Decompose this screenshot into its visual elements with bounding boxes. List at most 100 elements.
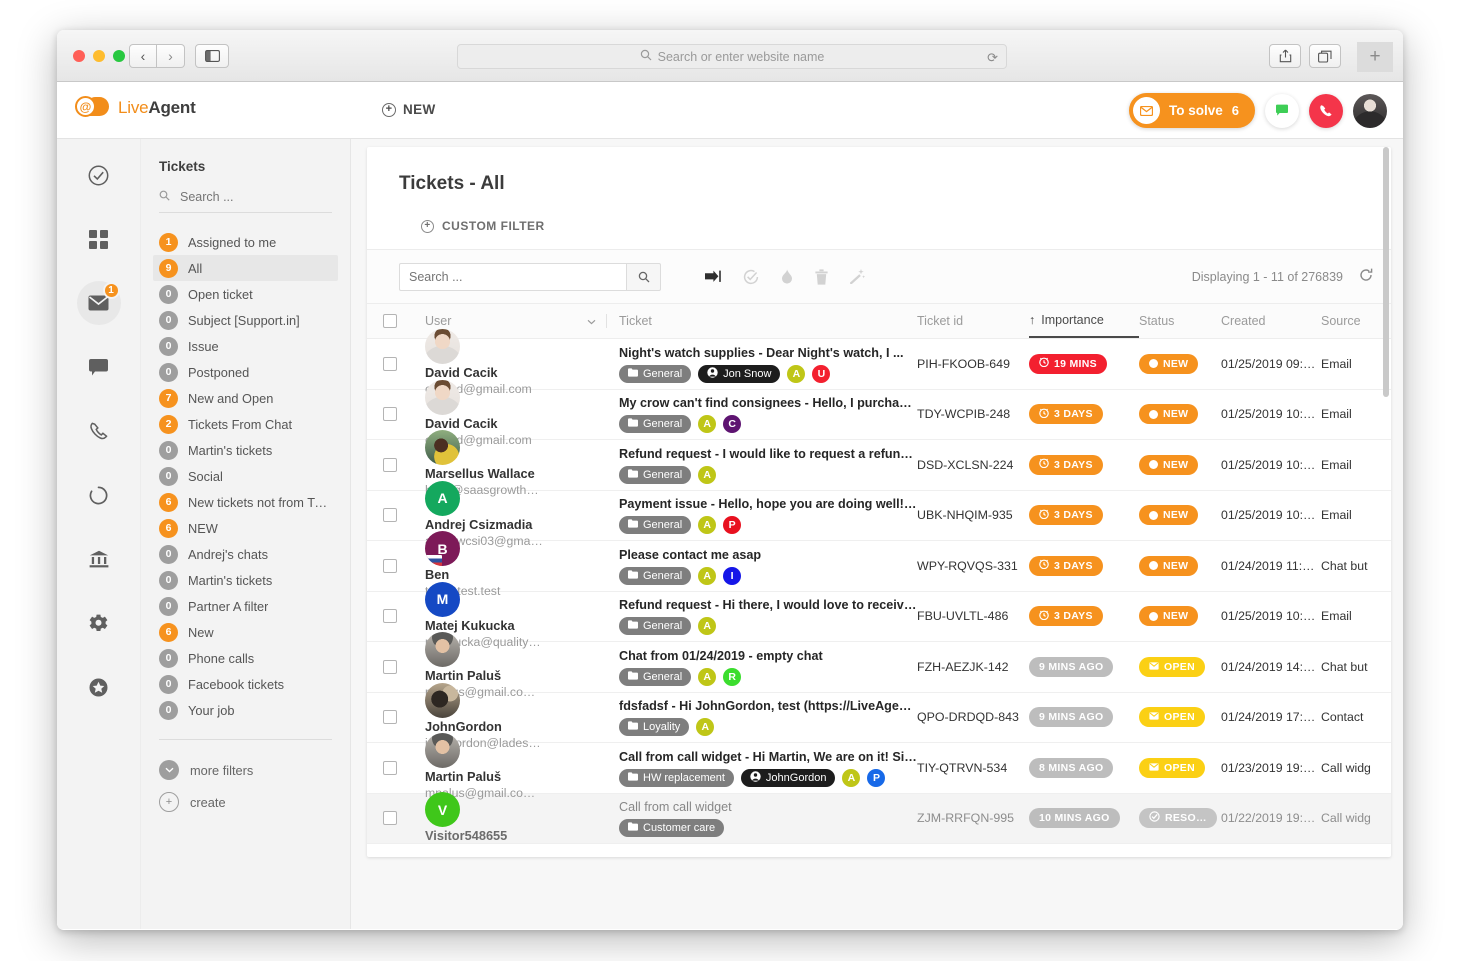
row-ticket-cell[interactable]: fdsfadsf - Hi JohnGordon, test (https://… — [607, 698, 917, 737]
phone-icon[interactable] — [1309, 93, 1343, 128]
refresh-icon[interactable] — [1359, 268, 1373, 285]
resolve-check-icon[interactable] — [743, 269, 759, 285]
filter-item[interactable]: 6 New tickets not from Twi… — [153, 489, 338, 515]
label-tag[interactable]: A — [698, 415, 717, 434]
rail-item-settings[interactable] — [77, 601, 121, 645]
row-checkbox[interactable] — [367, 659, 413, 674]
rail-item-tickets[interactable]: 1 — [76, 281, 121, 325]
column-header-importance[interactable]: ↑ Importance — [1029, 304, 1139, 338]
custom-filter-button[interactable]: + CUSTOM FILTER — [421, 219, 1391, 249]
label-tag[interactable]: I — [723, 566, 742, 585]
label-tag[interactable]: R — [723, 667, 742, 686]
label-tag[interactable]: A — [696, 718, 715, 737]
label-tag[interactable]: C — [723, 415, 742, 434]
column-header-source[interactable]: Source — [1321, 314, 1391, 328]
row-ticket-cell[interactable]: Payment issue - Hello, hope you are doin… — [607, 496, 917, 535]
filter-item[interactable]: 6 NEW — [153, 515, 338, 541]
reload-icon[interactable]: ⟳ — [987, 50, 998, 66]
show-tabs-icon[interactable] — [1309, 44, 1341, 68]
column-header-created[interactable]: Created — [1221, 314, 1321, 328]
column-header-ticket[interactable]: Ticket — [607, 314, 917, 328]
column-header-ticket-id[interactable]: Ticket id — [917, 314, 1029, 328]
rail-item-dashboard[interactable] — [77, 217, 121, 261]
row-checkbox[interactable] — [367, 407, 413, 422]
row-checkbox[interactable] — [367, 760, 413, 775]
tickets-search-button[interactable] — [626, 262, 661, 291]
rail-item-chats[interactable] — [77, 345, 121, 389]
trash-icon[interactable] — [815, 268, 828, 285]
liveagent-logo[interactable]: @ LiveAgent — [75, 94, 196, 122]
department-tag[interactable]: General — [619, 465, 692, 484]
label-tag[interactable]: P — [723, 516, 742, 535]
filter-item[interactable]: 0 Phone calls — [153, 645, 338, 671]
filter-item[interactable]: 0 Social — [153, 463, 338, 489]
filter-item[interactable]: 0 Andrej's chats — [153, 541, 338, 567]
assigned-agent-tag[interactable]: JohnGordon — [740, 768, 836, 787]
department-tag[interactable]: General — [619, 415, 692, 434]
filter-item[interactable]: 2 Tickets From Chat — [153, 411, 338, 437]
more-filters-button[interactable]: more filters — [159, 754, 332, 786]
user-avatar[interactable] — [1353, 93, 1387, 128]
row-checkbox[interactable] — [367, 811, 413, 826]
row-checkbox[interactable] — [367, 710, 413, 725]
row-ticket-cell[interactable]: Call from call widget Customer care — [607, 799, 917, 838]
forward-arrow-icon[interactable]: › — [157, 44, 185, 68]
label-tag[interactable]: U — [812, 364, 831, 383]
rail-item-approvals[interactable] — [77, 153, 121, 197]
label-tag[interactable]: P — [867, 768, 886, 787]
column-header-status[interactable]: Status — [1139, 314, 1221, 328]
maximize-window-button[interactable] — [113, 50, 125, 62]
close-window-button[interactable] — [73, 50, 85, 62]
row-ticket-cell[interactable]: Refund request - Hi there, I would love … — [607, 597, 917, 636]
filter-item[interactable]: 1 Assigned to me — [153, 229, 338, 255]
filter-item[interactable]: 0 Open ticket — [153, 281, 338, 307]
chat-bubble-icon[interactable] — [1265, 93, 1299, 128]
label-tag[interactable]: A — [787, 364, 806, 383]
filter-item[interactable]: 0 Facebook tickets — [153, 671, 338, 697]
table-row[interactable]: V Visitor548655 Call from call widget Custo… — [367, 792, 1391, 844]
row-checkbox[interactable] — [367, 558, 413, 573]
table-scrollbar[interactable] — [1383, 147, 1389, 397]
label-tag[interactable]: A — [698, 516, 717, 535]
create-filter-button[interactable]: + create — [159, 786, 332, 818]
back-arrow-icon[interactable]: ‹ — [129, 44, 157, 68]
rail-item-activity[interactable] — [77, 473, 121, 517]
filter-item[interactable]: 0 Subject [Support.in] — [153, 307, 338, 333]
label-tag[interactable]: A — [842, 768, 861, 787]
department-tag[interactable]: Loyality — [619, 718, 690, 737]
filter-item[interactable]: 0 Issue — [153, 333, 338, 359]
department-tag[interactable]: General — [619, 364, 692, 383]
magic-wand-icon[interactable] — [850, 269, 865, 284]
minimize-window-button[interactable] — [93, 50, 105, 62]
row-ticket-cell[interactable]: Call from call widget - Hi Martin, We ar… — [607, 749, 917, 787]
rail-item-reports[interactable] — [77, 537, 121, 581]
new-tab-button[interactable]: + — [1357, 42, 1393, 72]
filter-item[interactable]: 0 Postponed — [153, 359, 338, 385]
filter-item[interactable]: 7 New and Open — [153, 385, 338, 411]
flame-icon[interactable] — [781, 269, 793, 285]
filter-item[interactable]: 0 Martin's tickets — [153, 567, 338, 593]
filters-search-input[interactable] — [180, 190, 320, 204]
filter-item[interactable]: 0 Your job — [153, 697, 338, 723]
forward-icon[interactable] — [705, 270, 721, 283]
to-solve-button[interactable]: To solve 6 — [1129, 93, 1255, 128]
assigned-agent-tag[interactable]: Jon Snow — [698, 364, 781, 383]
department-tag[interactable]: Customer care — [619, 819, 725, 838]
row-checkbox[interactable] — [367, 508, 413, 523]
filter-item[interactable]: 0 Martin's tickets — [153, 437, 338, 463]
department-tag[interactable]: General — [619, 516, 692, 535]
label-tag[interactable]: A — [698, 617, 717, 636]
label-tag[interactable]: A — [698, 566, 717, 585]
table-row[interactable]: Martin Paluš mpalus@gmail.co… Call from ca… — [367, 733, 1391, 800]
rail-item-favorites[interactable] — [77, 665, 121, 709]
filter-item[interactable]: 6 New — [153, 619, 338, 645]
new-ticket-button[interactable]: + NEW — [382, 102, 436, 117]
row-ticket-cell[interactable]: Chat from 01/24/2019 - empty chat General… — [607, 648, 917, 686]
filters-search[interactable] — [159, 190, 332, 213]
rail-item-calls[interactable] — [77, 409, 121, 453]
tickets-search-input[interactable] — [399, 262, 626, 291]
row-ticket-cell[interactable]: My crow can't find consignees - Hello, I… — [607, 395, 917, 434]
select-all-checkbox[interactable] — [367, 314, 413, 328]
share-icon[interactable] — [1269, 44, 1301, 68]
row-checkbox[interactable] — [367, 457, 413, 472]
